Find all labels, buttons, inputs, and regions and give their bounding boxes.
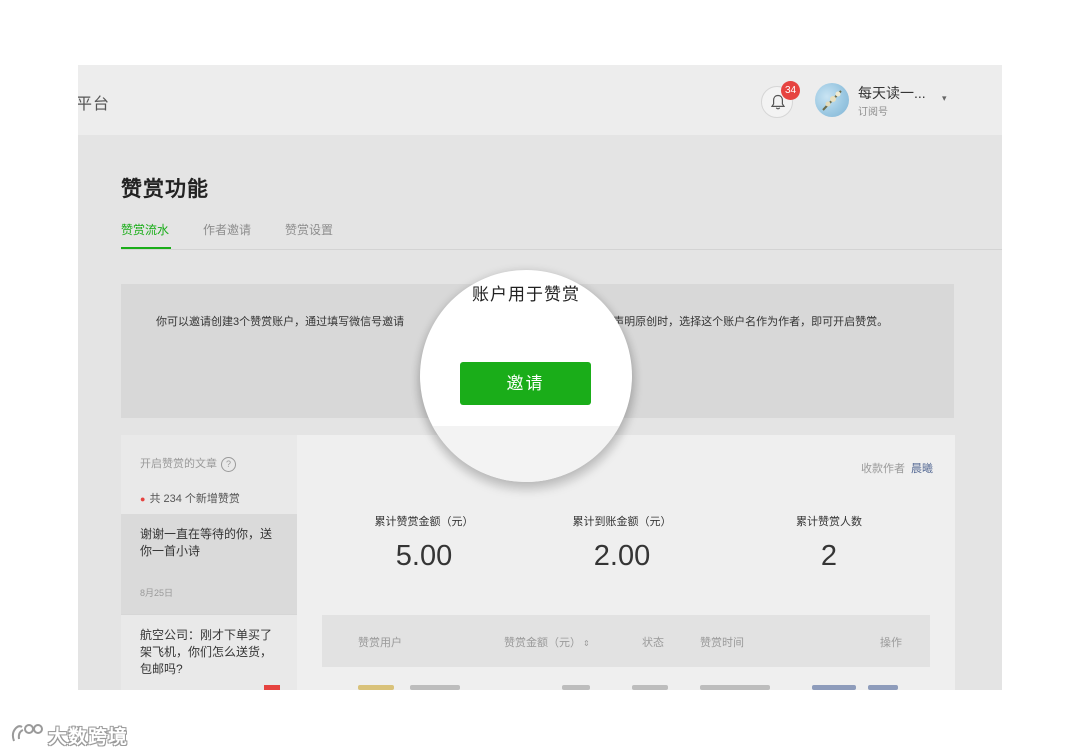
table-header: 赞赏用户 赞赏金额（元） ⇕ 状态 赞赏时间 操作: [322, 615, 930, 667]
magnifier: 账户用于赞赏 邀请: [420, 270, 632, 482]
column-user: 赞赏用户: [358, 637, 402, 649]
tab-reward-settings[interactable]: 赞赏设置: [285, 221, 333, 238]
magnifier-footer-band: [420, 426, 632, 482]
total-rewarders-value: 2: [820, 540, 838, 572]
account-type: 订阅号: [858, 107, 888, 118]
help-icon[interactable]: ?: [221, 456, 236, 472]
watermark-logo-icon: [11, 724, 43, 742]
article-list: 开启赞赏的文章? ● 共 234 个新增赞赏 谢谢一直在等待的你，送你一首小诗 8…: [121, 435, 297, 690]
total-reward-value: 5.00: [395, 540, 453, 572]
cell-sliver: [562, 685, 590, 690]
status-marker: [264, 685, 280, 690]
red-dot-icon: ●: [140, 494, 146, 504]
cell-sliver: [632, 685, 668, 690]
cell-sliver: [410, 685, 460, 690]
cell-sliver: [700, 685, 770, 690]
collector-name-link[interactable]: 晨曦: [911, 463, 933, 475]
tab-reward-flow[interactable]: 赞赏流水: [121, 221, 169, 238]
table-row: [322, 667, 930, 690]
total-received-value: 2.00: [593, 540, 651, 572]
collector-author: 收款作者 晨曦: [861, 460, 933, 476]
column-time: 赞赏时间: [700, 637, 744, 649]
column-amount[interactable]: 赞赏金额（元） ⇕: [504, 634, 590, 650]
avatar[interactable]: [815, 83, 849, 117]
total-reward-label: 累计赞赏金额（元）: [374, 516, 474, 528]
user-avatar-sliver: [358, 685, 394, 690]
page-title: 赞赏功能: [121, 178, 209, 201]
collector-label: 收款作者: [861, 463, 905, 475]
tab-author-invite[interactable]: 作者邀请: [203, 221, 251, 238]
brand-title[interactable]: 平台: [78, 90, 110, 114]
action-link-sliver: [868, 685, 898, 690]
notification-badge: 34: [781, 81, 800, 100]
article-title: 谢谢一直在等待的你，送你一首小诗: [140, 527, 273, 558]
article-list-heading-label: 开启赞赏的文章: [140, 458, 217, 470]
total-received-label: 累计到账金额（元）: [572, 516, 672, 528]
list-item[interactable]: 谢谢一直在等待的你，送你一首小诗 8月25日: [121, 514, 297, 614]
list-item[interactable]: 航空公司：刚才下单买了架飞机，你们怎么送货，包邮吗?: [121, 614, 297, 690]
column-amount-label: 赞赏金额（元）: [504, 637, 581, 649]
article-date: 8月25日: [140, 588, 174, 598]
watermark-text: 大数跨境: [48, 727, 129, 748]
chevron-down-icon[interactable]: ▾: [942, 93, 947, 104]
sort-icon[interactable]: ⇕: [583, 639, 590, 648]
invite-button[interactable]: 邀请: [460, 362, 591, 405]
new-reward-count: ● 共 234 个新增赞赏: [140, 490, 240, 506]
total-rewarders-label: 累计赞赏人数: [796, 516, 862, 528]
column-action: 操作: [880, 637, 902, 649]
article-list-heading: 开启赞赏的文章?: [140, 455, 236, 472]
action-link-sliver: [812, 685, 856, 690]
divider: [121, 249, 1002, 250]
new-reward-count-text: 共 234 个新增赞赏: [149, 493, 240, 505]
top-bar: 平台 34 每天读一... 订阅号 ▾: [78, 65, 1002, 135]
avatar-image: [822, 90, 842, 111]
account-name[interactable]: 每天读一...: [858, 83, 926, 103]
column-status: 状态: [642, 637, 664, 649]
magnifier-heading: 账户用于赞赏: [472, 285, 580, 304]
article-title: 航空公司：刚才下单买了架飞机，你们怎么送货，包邮吗?: [140, 628, 273, 676]
